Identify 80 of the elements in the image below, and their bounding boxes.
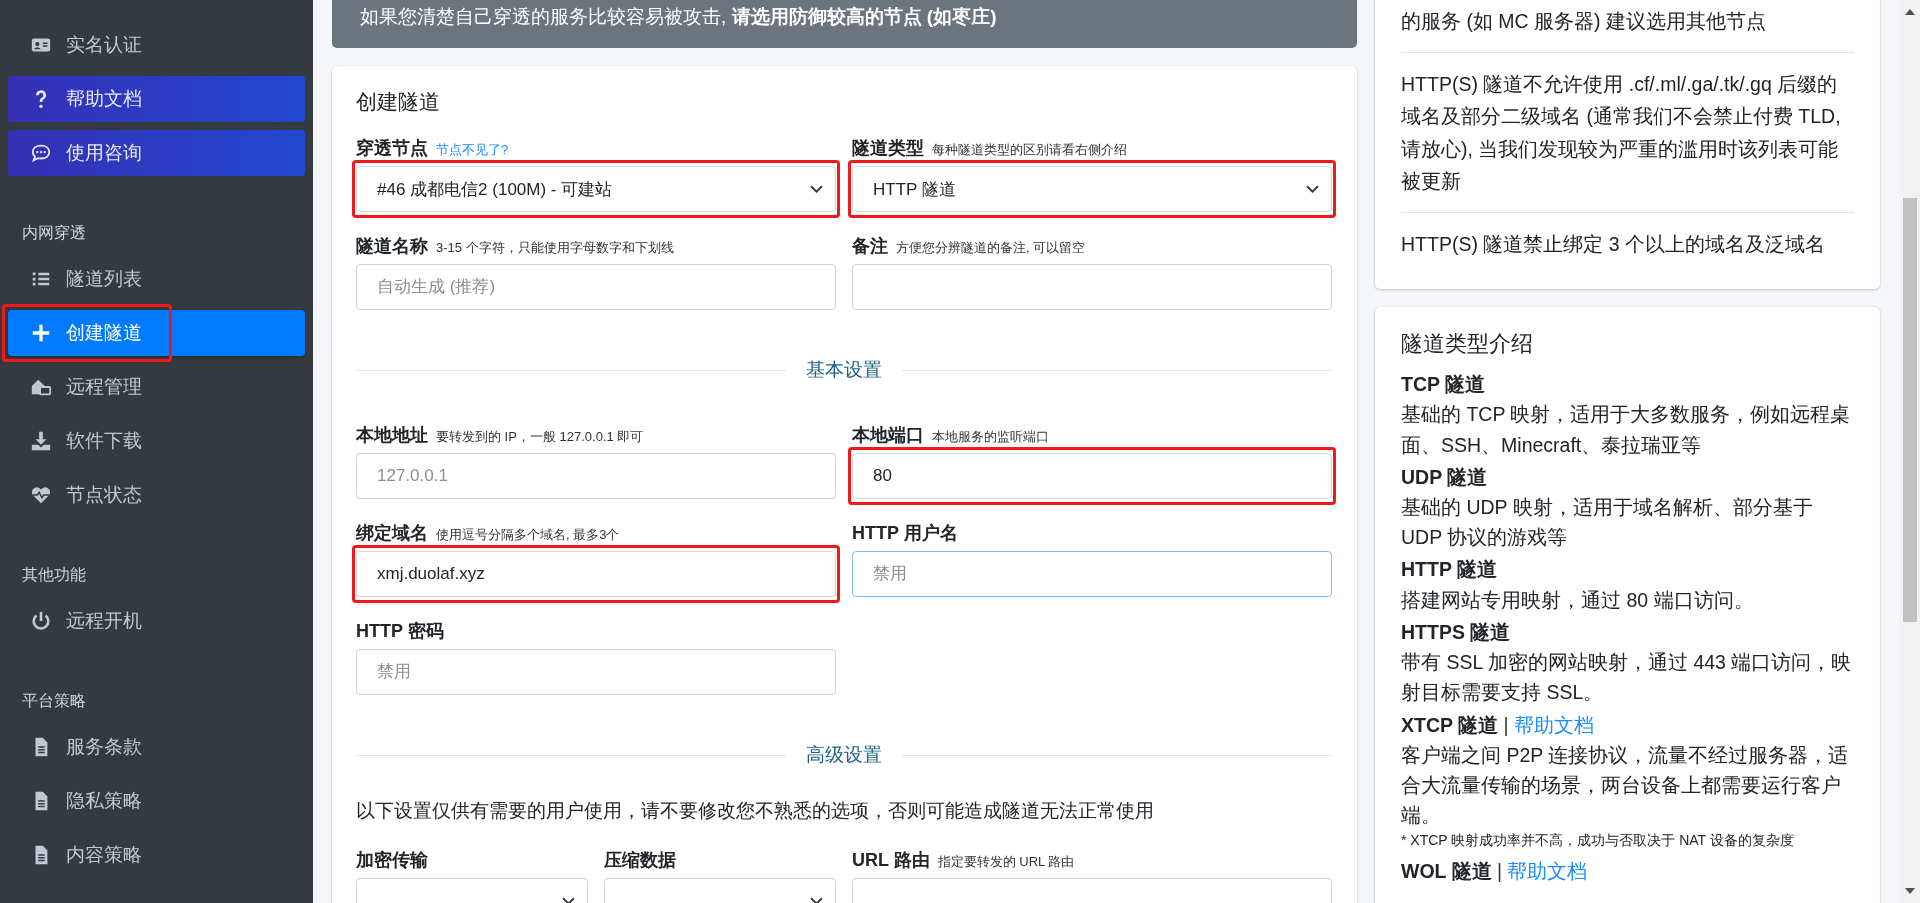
tunnel-type-name: HTTP 隧道 [1401,558,1497,581]
select-field[interactable]: HTTP 隧道 [852,166,1332,212]
scroll-down-icon[interactable] [1905,887,1915,895]
field-label: 压缩数据 [604,849,676,872]
field-label: 本地端口 [852,424,924,447]
section-divider-label: 高级设置 [806,743,882,767]
chevron-down-icon [810,896,823,903]
tunnel-type-name: WOL 隧道 [1401,860,1492,883]
section-heading: 内网穿透 [21,223,87,243]
footnote: * XTCP 映射成功率并不高，成功与否取决于 NAT 设备的复杂度 [1401,831,1795,851]
tunnel-type-description: 基础的 UDP 映射，适用于域名解析、部分基于 UDP 协议的游戏等 [1401,495,1814,551]
field-label: 隧道类型 [852,137,924,160]
sidebar-item[interactable]: 实名认证 [8,22,305,68]
chat-icon [30,142,52,164]
help-link[interactable]: 节点不见了? [436,141,509,159]
field-label: 穿透节点 [356,137,428,160]
chevron-down-icon [810,184,823,194]
field-label: 绑定域名 [356,522,428,545]
sidebar-item[interactable]: 节点状态 [8,472,305,518]
power-icon [30,610,52,632]
field-label: 隧道名称 [356,235,428,258]
field-hint: 使用逗号分隔多个域名, 最多3个 [436,526,620,544]
input-field[interactable] [852,264,1332,310]
sidebar-item[interactable]: 内容策略 [8,832,305,878]
note-paragraph: HTTP(S) 隧道禁止绑定 3 个以上的域名及泛域名 [1401,231,1826,257]
tunnel-type-name: UDP 隧道 [1401,465,1488,488]
input-field[interactable]: 80 [852,453,1332,499]
sidebar-item[interactable]: 隐私策略 [8,778,305,824]
scrollbar[interactable] [1900,0,1920,903]
field-hint: 本地服务的监听端口 [932,428,1049,446]
sidebar-item[interactable]: 创建隧道 [8,310,305,356]
sidebar-button[interactable]: 帮助文档 [8,76,305,122]
sidebar-button[interactable]: 使用咨询 [8,130,305,176]
section-heading: 平台策略 [21,691,87,711]
section-divider-label: 基本设置 [806,358,882,382]
separator: | [1497,860,1503,883]
tunnel-type-name: TCP 隧道 [1401,373,1486,396]
card-title: 创建隧道 [356,89,441,115]
sidebar-item[interactable]: 远程管理 [8,364,305,410]
sidebar-item[interactable]: 服务条款 [8,724,305,770]
warning-banner: 如果您清楚自己穿透的服务比较容易被攻击, 请选用防御较高的节点 (如枣庄) [332,0,1357,48]
separator: | [1503,713,1509,736]
tunnel-type-name: HTTPS 隧道 [1401,620,1511,643]
field-label: HTTP 用户名 [852,522,958,545]
plus-icon [30,322,52,344]
input-field[interactable]: 自动生成 (推荐) [356,264,836,310]
note-paragraph: HTTP(S) 隧道不允许使用 .cf/.ml/.ga/.tk/.gq 后缀的域名及部分二级域名 (通常我们不会禁止付费 TLD, 请放心), 当我们发现较为严重的滥用时该列表可能被更新 [1401,72,1842,194]
input-field[interactable]: 127.0.0.1 [356,453,836,499]
field-label: HTTP 密码 [356,620,444,643]
field-hint: 指定要转发的 URL 路由 [937,853,1075,871]
tunnel-type-description: 带有 SSL 加密的网站映射，通过 443 端口访问，映射目标需要支持 SSL。 [1401,650,1853,706]
heartbeat-icon [30,484,52,506]
field-hint: 3-15 个字符，只能使用字母数字和下划线 [436,239,674,257]
field-label: 加密传输 [356,849,428,872]
input-field[interactable]: 禁用 [356,649,836,695]
section-heading: 其他功能 [21,565,87,585]
note-text: 以下设置仅供有需要的用户使用，请不要修改您不熟悉的选项，否则可能造成隧道无法正常使用 [356,799,1155,823]
field-label: 本地地址 [356,424,428,447]
sidebar-item[interactable]: 隧道列表 [8,256,305,302]
tunnel-type-description: 搭建网站专用映射，通过 80 端口访问。 [1401,587,1755,613]
card-title: 隧道类型介绍 [1401,330,1534,359]
input-field[interactable]: 禁用 [852,551,1332,597]
field-hint: 方便您分辨隧道的备注, 可以留空 [896,239,1086,257]
tunnel-type-description: 基础的 TCP 映射，适用于大多数服务，例如远程桌面、SSH、Minecraft、泰拉瑞亚等 [1401,402,1852,458]
scrollbar-thumb[interactable] [1903,198,1917,622]
chevron-down-icon [562,896,575,903]
sidebar-item[interactable]: 软件下载 [8,418,305,464]
sidebar-item[interactable]: 远程开机 [8,598,305,644]
note-paragraph: 的服务 (如 MC 服务器) 建议选用其他节点 [1401,9,1767,34]
tunnel-type-name: XTCP 隧道 [1401,713,1499,736]
select-field[interactable]: #46 成都电信2 (100M) - 可建站 [356,166,836,212]
field-hint: 每种隧道类型的区别请看右侧介绍 [932,141,1127,159]
scroll-up-icon[interactable] [1905,8,1915,16]
field-label: URL 路由 [852,849,930,872]
tunnel-type-description: 客户端之间 P2P 连接协议，流量不经过服务器，适合大流量传输的场景，两台设备上都需要运行客户端。 [1401,742,1850,829]
field-hint: 要转发到的 IP，一般 127.0.0.1 即可 [436,428,644,446]
input-field[interactable]: xmj.duolaf.xyz [356,551,836,597]
download-icon [30,430,52,452]
field-label: 备注 [852,235,888,258]
chevron-down-icon [1306,184,1319,194]
